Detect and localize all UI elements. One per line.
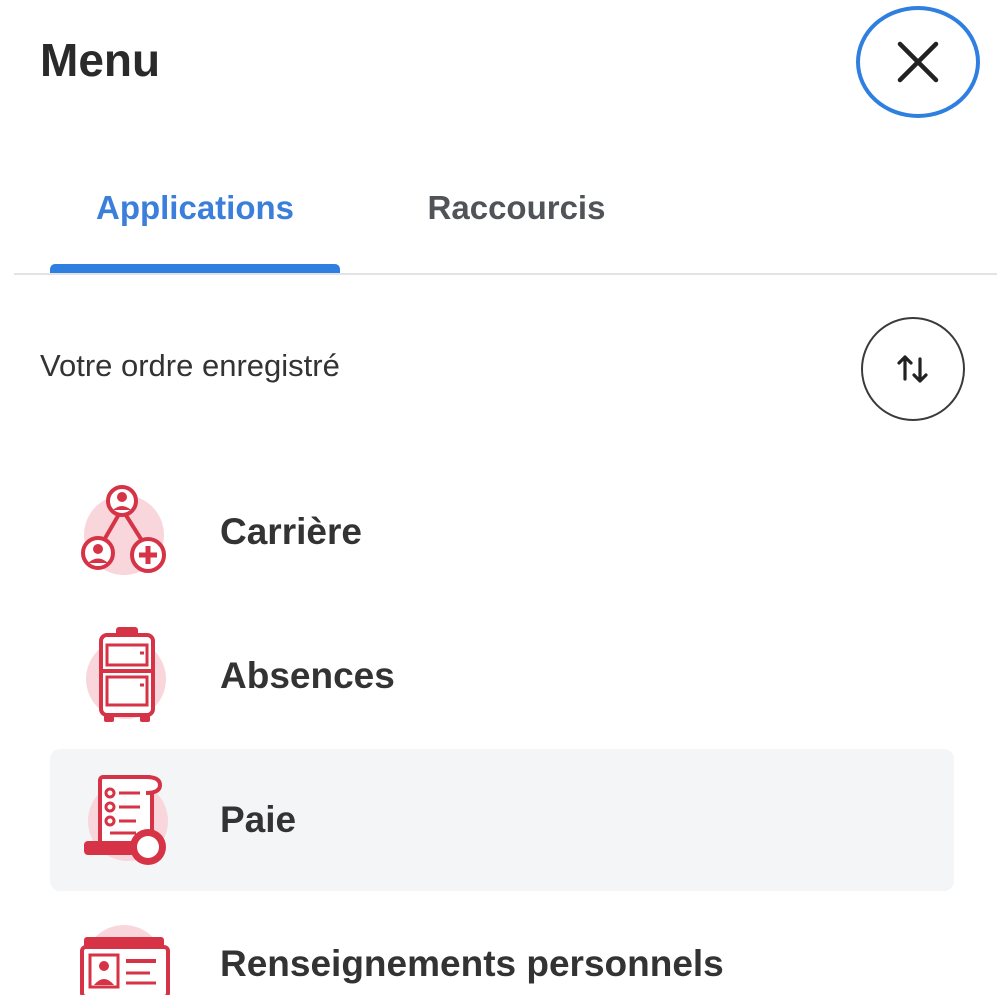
suitcase-icon — [86, 627, 166, 722]
app-label: Carrière — [220, 511, 362, 552]
menu-panel: Menu Applications Raccourcis Votre ordre… — [0, 0, 997, 995]
page-title: Menu — [40, 34, 161, 86]
close-icon — [897, 41, 939, 83]
sort-arrows-icon — [897, 355, 928, 383]
id-card-icon — [80, 925, 170, 995]
app-label: Absences — [220, 655, 395, 696]
career-network-icon — [81, 485, 166, 575]
tab-applications[interactable]: Applications — [50, 160, 340, 273]
app-label: Paie — [220, 799, 297, 840]
tab-bar: Applications Raccourcis — [14, 160, 997, 275]
app-item-career[interactable]: Carrière — [50, 461, 954, 603]
tab-shortcuts[interactable]: Raccourcis — [394, 160, 639, 273]
pay-scroll-icon — [84, 775, 168, 865]
app-item-pay[interactable]: Paie — [50, 749, 954, 891]
app-item-absences[interactable]: Absences — [50, 605, 954, 747]
sort-order-button[interactable] — [861, 317, 965, 421]
app-item-personal-info[interactable]: Renseignements personnels — [50, 893, 954, 995]
close-button[interactable] — [856, 6, 980, 118]
app-label: Renseignements personnels — [220, 943, 724, 984]
order-label: Votre ordre enregistré — [40, 348, 340, 383]
